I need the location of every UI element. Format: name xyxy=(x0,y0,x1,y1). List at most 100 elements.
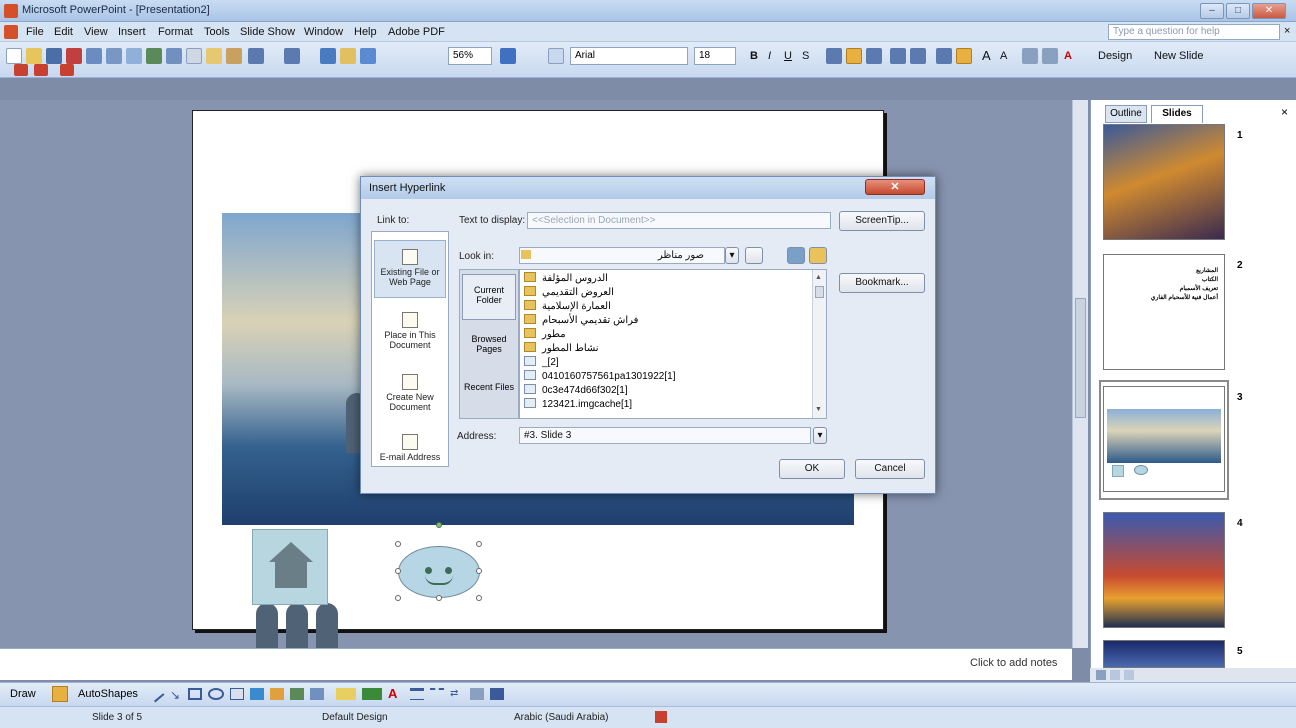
3d-style-icon[interactable] xyxy=(490,688,504,700)
print-preview-icon[interactable] xyxy=(126,48,142,64)
bold-icon[interactable]: B xyxy=(750,50,758,62)
resize-handle[interactable] xyxy=(395,541,401,547)
new-icon[interactable] xyxy=(6,48,22,64)
shadow-icon[interactable]: S xyxy=(802,50,809,62)
slideshow-view-icon[interactable] xyxy=(1124,670,1134,680)
diagram-icon[interactable] xyxy=(270,688,284,700)
menu-slide-show[interactable]: Slide Show xyxy=(240,26,295,38)
list-item[interactable]: الدروس المؤلفة xyxy=(524,272,608,286)
look-in-dropdown-icon[interactable]: ▾ xyxy=(725,247,739,264)
address-dropdown-icon[interactable]: ▾ xyxy=(813,427,827,444)
link-existing-file[interactable]: Existing File or Web Page xyxy=(374,240,446,298)
current-folder-tab[interactable]: Current Folder xyxy=(462,274,516,320)
browse-file-icon[interactable] xyxy=(809,247,827,264)
research-icon[interactable] xyxy=(166,48,182,64)
up-folder-icon[interactable] xyxy=(745,247,763,264)
font-name-combo[interactable]: Arial xyxy=(570,47,688,65)
list-item[interactable]: 123421.imgcache[1] xyxy=(524,398,632,412)
dialog-close-icon[interactable]: ✕ xyxy=(865,179,925,195)
arrow-style-icon[interactable]: ⇄ xyxy=(450,688,464,700)
tab-slides[interactable]: Slides xyxy=(1151,105,1203,123)
notes-pane[interactable]: Click to add notes xyxy=(0,648,1072,680)
scroll-thumb[interactable] xyxy=(1075,298,1086,418)
browsed-pages-tab[interactable]: Browsed Pages xyxy=(462,324,516,368)
text-to-display-input[interactable]: <<Selection in Document>> xyxy=(527,212,831,229)
minimize-icon[interactable]: – xyxy=(1200,3,1224,19)
format-painter-icon[interactable] xyxy=(226,48,242,64)
document-icon[interactable] xyxy=(4,25,18,39)
undo-icon[interactable] xyxy=(248,48,264,64)
bullets-icon[interactable] xyxy=(910,48,926,64)
scroll-down-icon[interactable]: ▼ xyxy=(815,406,824,414)
menu-tools[interactable]: Tools xyxy=(204,26,230,38)
bookmark-button[interactable]: Bookmark... xyxy=(839,273,925,293)
wordart-icon[interactable] xyxy=(250,688,264,700)
pdf-convert-icon[interactable] xyxy=(14,64,28,76)
cut-icon[interactable] xyxy=(186,48,202,64)
menu-format[interactable]: Format xyxy=(158,26,193,38)
rtl-icon[interactable] xyxy=(956,48,972,64)
line-icon[interactable] xyxy=(147,685,165,703)
redo-icon[interactable] xyxy=(284,48,300,64)
design-button[interactable]: Design xyxy=(1098,50,1132,62)
list-item[interactable]: العروض التقديمي xyxy=(524,286,614,300)
email-icon[interactable] xyxy=(86,48,102,64)
list-item[interactable]: نشاط المطور xyxy=(524,342,599,356)
font-color-icon[interactable]: A xyxy=(1064,50,1072,62)
insert-chart-icon[interactable] xyxy=(320,48,336,64)
font-size-combo[interactable]: 18 xyxy=(694,47,736,65)
arrow-icon[interactable]: ↘ xyxy=(170,688,180,702)
slide-thumbnail-5[interactable] xyxy=(1103,640,1225,668)
zoom-combo[interactable]: 56% xyxy=(448,47,492,65)
address-input[interactable]: #3. Slide 3 xyxy=(519,427,811,444)
permission-icon[interactable] xyxy=(66,48,82,64)
menu-insert[interactable]: Insert xyxy=(118,26,146,38)
dash-style-icon[interactable] xyxy=(430,688,444,700)
menu-edit[interactable]: Edit xyxy=(54,26,73,38)
menu-help[interactable]: Help xyxy=(354,26,377,38)
list-item[interactable]: 0c3e474d66f302[1] xyxy=(524,384,628,398)
expand-all-icon[interactable] xyxy=(360,48,376,64)
oval-icon[interactable] xyxy=(208,688,224,700)
link-create-new[interactable]: Create New Document xyxy=(374,366,446,422)
close-window-icon[interactable]: ✕ xyxy=(1252,3,1286,19)
recent-files-tab[interactable]: Recent Files xyxy=(462,372,516,416)
list-item[interactable]: العمارة الإسلامية xyxy=(524,300,611,314)
resize-handle[interactable] xyxy=(395,595,401,601)
font-color-draw-icon[interactable]: A xyxy=(388,686,397,701)
resize-handle[interactable] xyxy=(476,568,482,574)
pdf-email-icon[interactable] xyxy=(34,64,48,76)
underline-icon[interactable]: U xyxy=(784,50,792,62)
slide-thumbnail-4[interactable] xyxy=(1103,512,1225,628)
screentip-button[interactable]: ScreenTip... xyxy=(839,211,925,231)
pdf-review-icon[interactable] xyxy=(60,64,74,76)
draw-menu[interactable]: Draw xyxy=(10,688,36,700)
rotate-handle[interactable] xyxy=(436,522,442,528)
look-in-combo[interactable]: صور مناظر xyxy=(519,247,725,264)
menu-adobe-pdf[interactable]: Adobe PDF xyxy=(388,26,445,38)
scroll-thumb[interactable] xyxy=(815,286,824,298)
increase-indent-icon[interactable] xyxy=(1042,48,1058,64)
select-objects-icon[interactable] xyxy=(52,686,68,702)
italic-icon[interactable]: I xyxy=(768,50,771,62)
line-color-icon[interactable] xyxy=(362,688,382,700)
slide-thumbnail-3[interactable] xyxy=(1103,386,1225,492)
sorter-view-icon[interactable] xyxy=(1110,670,1120,680)
slide-thumbnail-2[interactable]: المشاريع الكتاب تعريف الأسمبام أعمال فني… xyxy=(1103,254,1225,370)
smiley-shape[interactable] xyxy=(398,546,480,598)
home-action-button[interactable] xyxy=(252,529,328,605)
save-icon[interactable] xyxy=(46,48,62,64)
list-item[interactable]: 0410160757561pa1301922[1] xyxy=(524,370,675,384)
file-list-scrollbar[interactable]: ▲ ▼ xyxy=(812,270,826,418)
close-panel-icon[interactable]: × xyxy=(1281,105,1288,119)
toolbar-options-icon[interactable] xyxy=(548,48,564,64)
ltr-icon[interactable] xyxy=(936,48,952,64)
fill-color-icon[interactable] xyxy=(336,688,356,700)
rectangle-icon[interactable] xyxy=(188,688,202,700)
normal-view-icon[interactable] xyxy=(1096,670,1106,680)
clip-art-icon[interactable] xyxy=(290,688,304,700)
insert-table-icon[interactable] xyxy=(340,48,356,64)
cancel-button[interactable]: Cancel xyxy=(855,459,925,479)
text-box-icon[interactable] xyxy=(230,688,244,700)
decrease-font-icon[interactable]: A xyxy=(1000,50,1007,62)
